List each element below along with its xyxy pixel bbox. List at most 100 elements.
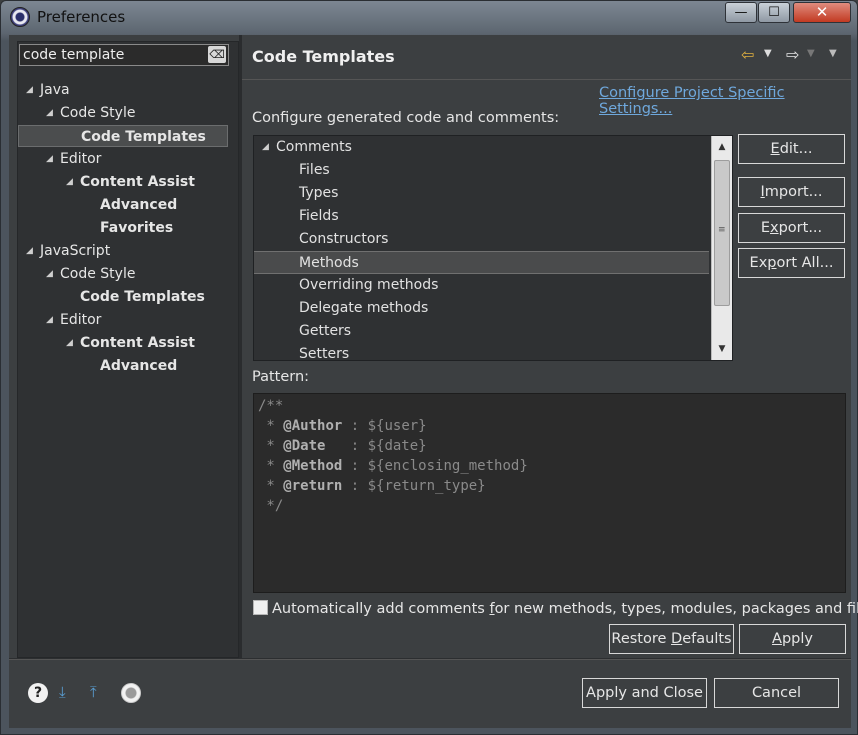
template-item[interactable]: Getters	[254, 320, 709, 343]
view-menu-icon[interactable]: ▼	[829, 48, 837, 59]
tree-item[interactable]: ◢ JavaScript	[26, 240, 110, 262]
filter-input[interactable]	[19, 44, 229, 66]
preference-tree-panel: ⌫ ◢Java◢Code StyleCode Templates◢Editor◢…	[17, 41, 239, 658]
template-item[interactable]: Types	[254, 182, 709, 205]
tree-item[interactable]: Advanced	[86, 355, 177, 377]
pattern-line: /**	[258, 396, 841, 416]
tree-item[interactable]: Code Templates	[66, 286, 205, 308]
preference-page: Code Templates ⇦ ▼ ⇨ ▼ ▼ Configure Proje…	[242, 35, 858, 658]
tree-item[interactable]: Advanced	[86, 194, 177, 216]
template-item-label: Files	[299, 162, 330, 178]
edit-button[interactable]: Edit...	[738, 134, 845, 164]
auto-comments-label-pre: Automatically add comments	[272, 601, 490, 617]
pattern-editor[interactable]: /** * @Author : ${user} * @Date : ${date…	[253, 393, 846, 593]
tree-item[interactable]: ◢ Code Style	[46, 263, 135, 285]
template-item[interactable]: Delegate methods	[254, 297, 709, 320]
expand-twisty-icon[interactable]: ◢	[66, 332, 80, 354]
template-item[interactable]: Fields	[254, 205, 709, 228]
eclipse-icon	[10, 7, 30, 27]
templates-scrollbar[interactable]: ▲ ≡ ▼	[711, 136, 732, 360]
tree-item[interactable]: ◢ Content Assist	[66, 171, 195, 193]
tree-item-label: Code Templates	[80, 289, 205, 305]
footer-separator	[9, 658, 851, 660]
template-item[interactable]: Files	[254, 159, 709, 182]
title-bar[interactable]: Preferences — ☐ ✕	[1, 1, 857, 35]
apply-and-close-button[interactable]: Apply and Close	[582, 678, 707, 708]
tree-item[interactable]: ◢ Java	[26, 79, 70, 101]
scroll-thumb[interactable]: ≡	[714, 160, 730, 306]
template-item-label: Getters	[299, 323, 352, 339]
pattern-tag: @Author	[283, 418, 343, 434]
tree-item[interactable]: ◢ Code Style	[46, 102, 135, 124]
expand-twisty-icon[interactable]: ◢	[46, 102, 60, 124]
forward-dropdown-icon[interactable]: ▼	[807, 48, 815, 59]
expand-twisty-icon[interactable]: ◢	[46, 148, 60, 170]
template-item[interactable]: Setters	[254, 343, 709, 360]
export-label-pre: E	[760, 220, 770, 236]
pattern-variable: : ${return_type}	[342, 478, 486, 494]
template-item[interactable]: Overriding methods	[254, 274, 709, 297]
export-icon[interactable]: ⤒	[90, 683, 110, 703]
import-icon[interactable]: ⤓	[59, 683, 79, 703]
expand-twisty-icon[interactable]: ◢	[26, 79, 40, 101]
back-arrow-icon[interactable]: ⇦	[741, 45, 754, 64]
auto-comments-checkbox[interactable]	[253, 600, 268, 615]
back-dropdown-icon[interactable]: ▼	[764, 48, 772, 59]
preferences-window: Preferences — ☐ ✕ ⌫ ◢Java◢Code StyleCode…	[0, 0, 858, 735]
template-item[interactable]: Constructors	[254, 228, 709, 251]
maximize-button[interactable]: ☐	[758, 2, 790, 23]
template-group[interactable]: ◢ Comments	[254, 136, 709, 159]
tree-item-label: Content Assist	[80, 335, 195, 351]
tree-item[interactable]: Favorites	[86, 217, 173, 239]
cancel-button[interactable]: Cancel	[714, 678, 839, 708]
minimize-button[interactable]: —	[725, 2, 757, 23]
configure-project-settings-link[interactable]: Configure Project Specific Settings...	[599, 85, 851, 117]
scroll-down-icon[interactable]: ▼	[712, 340, 732, 358]
pattern-variable: : ${user}	[342, 418, 427, 434]
import-label-post: mport...	[764, 184, 823, 200]
tree-item-label: JavaScript	[40, 243, 111, 259]
restore-defaults-button[interactable]: Restore Defaults	[609, 624, 734, 654]
pattern-text: /**	[258, 398, 284, 414]
expand-twisty-icon[interactable]: ◢	[26, 240, 40, 262]
tree-item-label: Editor	[60, 151, 102, 167]
pattern-tag: @return	[283, 478, 343, 494]
header-separator	[242, 79, 851, 80]
export-all-button[interactable]: Export All...	[738, 248, 845, 278]
template-item[interactable]: Methods	[254, 251, 709, 274]
close-button[interactable]: ✕	[793, 2, 851, 23]
tree-item[interactable]: ◢ Content Assist	[66, 332, 195, 354]
export-button[interactable]: Export...	[738, 213, 845, 243]
tree-item-label: Advanced	[100, 197, 178, 213]
pattern-line: * @return : ${return_type}	[258, 476, 841, 496]
template-item-label: Methods	[299, 255, 359, 271]
tree-item-label: Code Style	[60, 266, 136, 282]
clear-filter-icon[interactable]: ⌫	[208, 46, 226, 63]
scroll-up-icon[interactable]: ▲	[712, 138, 732, 156]
apply-label-post: pply	[781, 631, 813, 647]
tree-item[interactable]: ◢ Editor	[46, 309, 101, 331]
template-item-label: Types	[299, 185, 339, 201]
import-button[interactable]: Import...	[738, 177, 845, 207]
auto-comments-label-post: or new methods, types, modules, packages…	[494, 601, 858, 617]
tree-item[interactable]: ◢ Editor	[46, 148, 101, 170]
pattern-text: *	[258, 478, 284, 494]
expand-twisty-icon[interactable]: ◢	[262, 136, 276, 159]
export-all-label-post: ort All...	[776, 255, 834, 271]
forward-arrow-icon[interactable]: ⇨	[786, 45, 799, 64]
edit-label-post: dit...	[779, 141, 813, 157]
expand-twisty-icon[interactable]: ◢	[66, 171, 80, 193]
template-group-label: Comments	[276, 139, 352, 155]
record-icon[interactable]	[121, 683, 141, 703]
pattern-text: */	[258, 498, 284, 514]
auto-comments-option[interactable]: Automatically add comments for new metho…	[253, 599, 858, 619]
pattern-line: * @Method : ${enclosing_method}	[258, 456, 841, 476]
apply-button[interactable]: Apply	[739, 624, 846, 654]
templates-tree[interactable]: ◢ Comments Files Types Fields Constructors Met…	[253, 135, 733, 361]
tree-item-label: Java	[40, 82, 70, 98]
help-icon[interactable]: ?	[28, 683, 48, 703]
tree-item[interactable]: Code Templates	[18, 125, 228, 147]
tree-item-label: Content Assist	[80, 174, 195, 190]
expand-twisty-icon[interactable]: ◢	[46, 309, 60, 331]
expand-twisty-icon[interactable]: ◢	[46, 263, 60, 285]
